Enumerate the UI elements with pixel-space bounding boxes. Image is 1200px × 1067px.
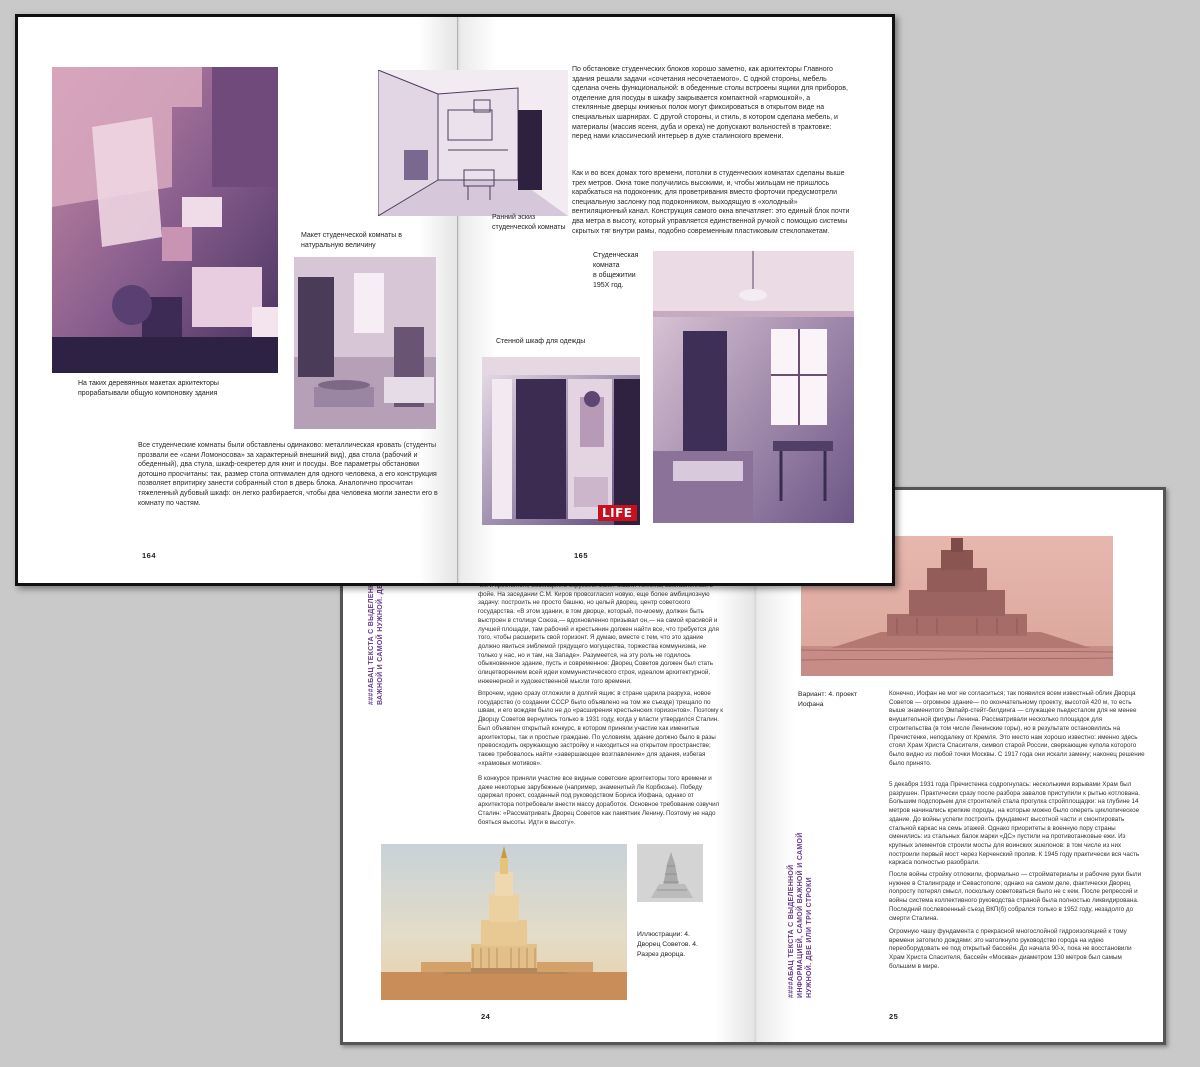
back-right-paragraph-3: После войны стройку отложили, формально …: [889, 871, 1142, 922]
caption-dorm-room: Студенческая комната в общежитии 195Х го…: [593, 252, 639, 289]
wardrobe-photo: [482, 357, 640, 525]
front-spread: На таких деревянных макетах архитекторы …: [15, 14, 895, 586]
back-right-paragraph-4: Огромную чашу фундамента с прекрасной мн…: [889, 928, 1132, 970]
back-left-paragraph-2: Впрочем, идею сразу отложили в долгий ящ…: [478, 690, 723, 767]
caption-early-sketch: Ранний эскиз студенческой комнаты: [492, 214, 566, 231]
caption-variant: Вариант: 4. проект Иофана: [798, 691, 858, 708]
caption-wooden-model: На таких деревянных макетах архитекторы …: [78, 380, 219, 397]
vertical-accent-heading-right: ####АБАЦ ТЕКСТА С ВЫДЕЛЕННОЙ ИНФОРМАЦИЕЙ…: [788, 832, 813, 998]
caption-illustrations: Иллюстрации: 4. Дворец Советов. 4. Разре…: [637, 931, 698, 958]
dorm-room-photo: [653, 251, 854, 523]
front-left-body: Все студенческие комнаты были обставлены…: [138, 442, 438, 507]
back-right-paragraph-1: Конечно, Иофан не мог не согласиться; та…: [889, 690, 1145, 767]
early-sketch-drawing: [378, 70, 568, 216]
caption-wardrobe: Стенной шкаф для одежды: [496, 338, 586, 345]
page-number-165: 165: [574, 551, 589, 560]
room-mockup-photo: [294, 257, 436, 429]
wooden-model-photo: [52, 67, 278, 373]
front-right-body-1: По обстановке студенческих блоков хорошо…: [572, 66, 848, 141]
palace-of-soviets-painting: [381, 844, 627, 1000]
caption-full-scale-mockup: Макет студенческой комнаты в натуральную…: [301, 232, 402, 249]
back-left-paragraph-1: чих и крестьянин, восхищенно окружили ма…: [478, 582, 719, 685]
page-number-24: 24: [481, 1012, 491, 1021]
back-right-paragraph-2: 5 декабря 1931 года Пречистенка содрогну…: [889, 781, 1140, 867]
page-number-164: 164: [142, 551, 157, 560]
front-right-body-2: Как и во всех домах того времени, потолк…: [572, 170, 850, 235]
life-logo: LIFE: [598, 505, 637, 521]
page-number-25: 25: [889, 1012, 899, 1021]
back-left-paragraph-3: В конкурсе приняли участие все видные со…: [478, 775, 720, 826]
palace-section-drawing: [637, 844, 703, 902]
